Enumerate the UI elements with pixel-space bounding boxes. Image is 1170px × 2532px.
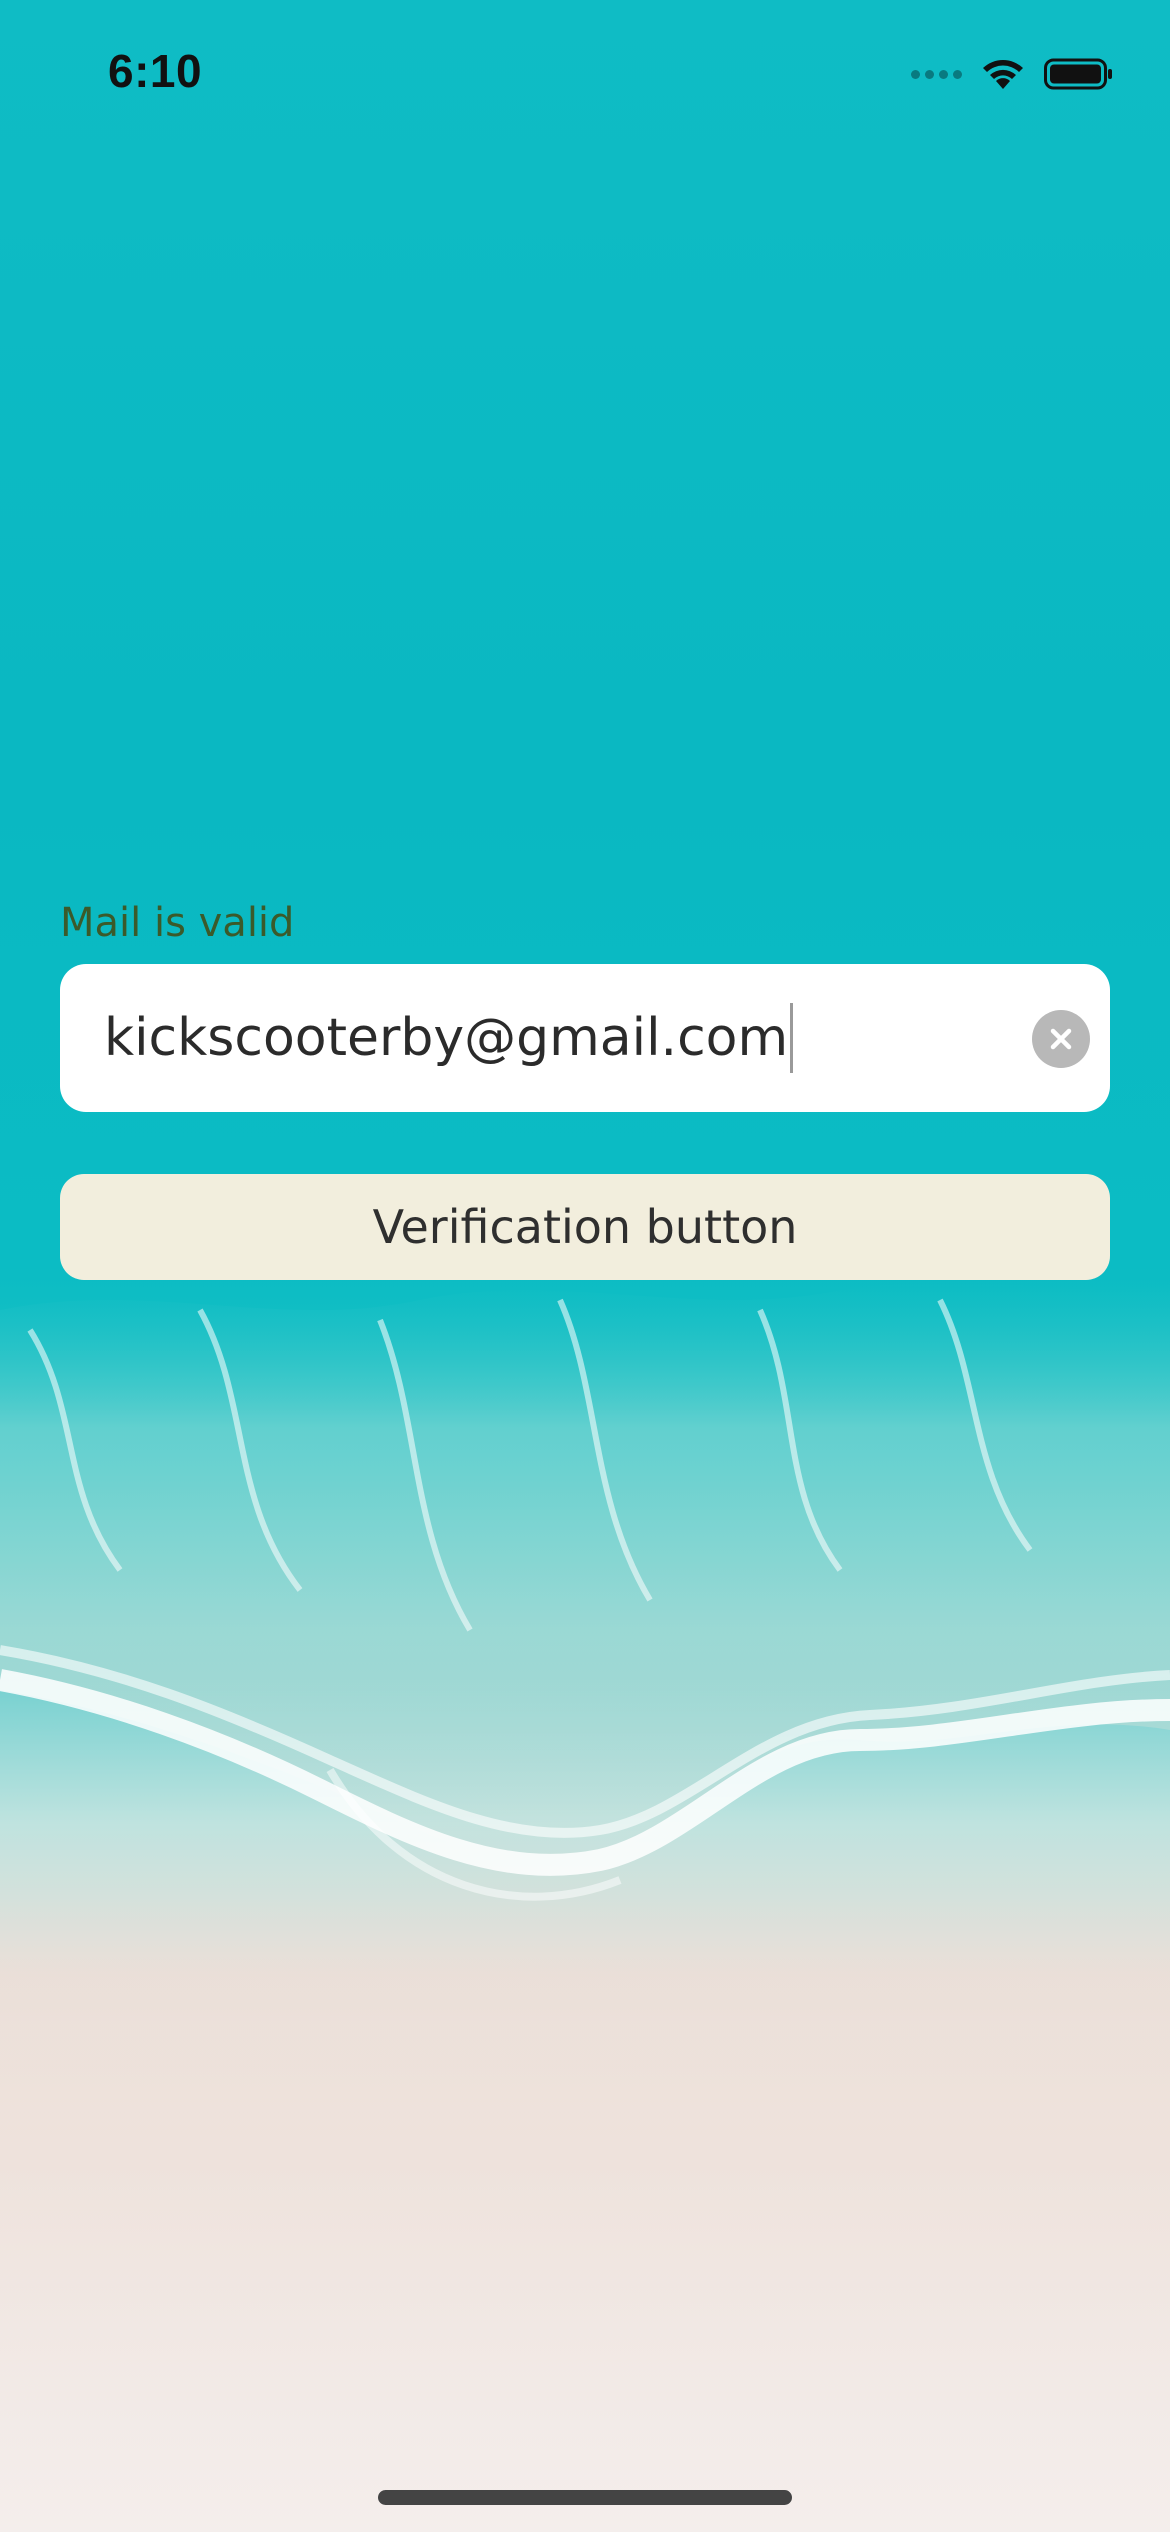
- battery-icon: [1044, 58, 1112, 90]
- status-bar: 6:10: [0, 0, 1170, 150]
- screen: 6:10 Mail is valid kickscooterby@gmail.c…: [0, 0, 1170, 2532]
- clear-icon: [1050, 1028, 1072, 1050]
- email-input-value[interactable]: kickscooterby@gmail.com: [104, 1003, 794, 1073]
- sand-background: [0, 1900, 1170, 2532]
- cellular-signal-icon: [911, 69, 962, 79]
- wifi-icon: [983, 60, 1023, 89]
- home-indicator: [378, 2490, 792, 2505]
- wave-foam-background: [0, 1282, 1170, 1901]
- text-caret: [790, 1003, 794, 1073]
- validation-message: Mail is valid: [60, 900, 295, 946]
- status-icons: [911, 54, 1114, 94]
- status-time: 6:10: [108, 45, 203, 97]
- verification-button[interactable]: Verification button: [60, 1174, 1110, 1280]
- clear-button[interactable]: [1032, 1010, 1090, 1068]
- email-text: kickscooterby@gmail.com: [104, 1008, 789, 1068]
- email-field[interactable]: kickscooterby@gmail.com: [60, 964, 1110, 1112]
